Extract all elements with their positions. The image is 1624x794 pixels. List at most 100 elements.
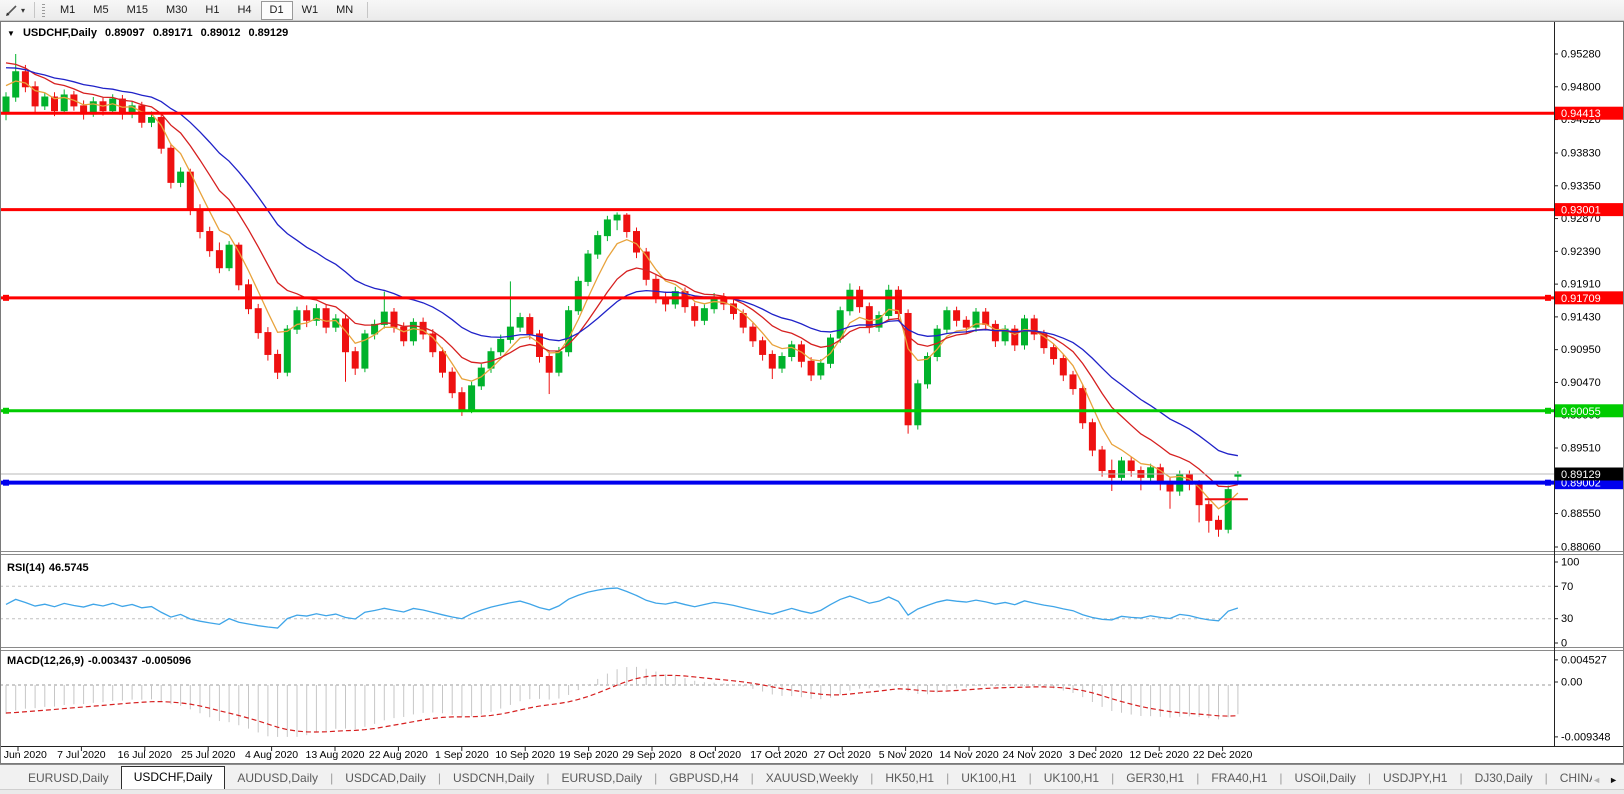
svg-text:0.89510: 0.89510: [1561, 442, 1601, 454]
timeframe-button-d1[interactable]: D1: [261, 1, 293, 20]
timeframe-button-m1[interactable]: M1: [51, 1, 84, 20]
tab-scroll-right-icon[interactable]: ►: [1609, 776, 1618, 785]
chart-window[interactable]: 0.952800.948000.943200.938300.933500.928…: [0, 21, 1624, 764]
svg-text:0.88550: 0.88550: [1561, 508, 1601, 520]
crosshair-pencil-icon: [4, 3, 19, 18]
chart-tab-usdjpy[interactable]: USDJPY,H1: [1371, 769, 1459, 789]
toolbar-separator: [34, 2, 35, 18]
svg-text:4 Aug 2020: 4 Aug 2020: [245, 749, 298, 761]
chart-tab-uk100[interactable]: UK100,H1: [949, 769, 1028, 789]
svg-text:0.93830: 0.93830: [1561, 148, 1601, 160]
current-price-label: 0.89129: [1555, 468, 1623, 482]
svg-text:30: 30: [1561, 613, 1573, 625]
horizontal-line-0.89002[interactable]: 0.89002: [0, 476, 1623, 490]
horizontal-line-0.94413[interactable]: 0.94413: [0, 107, 1623, 121]
svg-text:8 Oct 2020: 8 Oct 2020: [690, 749, 742, 761]
macd-histogram: [6, 667, 1238, 737]
chart-tab-ger30[interactable]: GER30,H1: [1114, 769, 1196, 789]
svg-text:0.92390: 0.92390: [1561, 246, 1601, 258]
ma-mid-line: [6, 63, 1238, 487]
chart-tab-dj30[interactable]: DJ30,Daily: [1463, 769, 1545, 789]
ma-fast-line: [6, 81, 1238, 509]
symbol-label: USDCHF,Daily: [23, 27, 97, 39]
timeframe-button-m15[interactable]: M15: [118, 1, 157, 20]
macd-signal-line: [6, 675, 1238, 732]
chart-tab-usdcnh[interactable]: USDCNH,Daily: [441, 769, 546, 789]
timeframe-button-m30[interactable]: M30: [157, 1, 196, 20]
svg-text:25 Jul 2020: 25 Jul 2020: [181, 749, 235, 761]
svg-text:0.88060: 0.88060: [1561, 542, 1601, 554]
chart-canvas[interactable]: 0.952800.948000.943200.938300.933500.928…: [0, 21, 1624, 764]
chart-tab-bar: EURUSD,DailyUSDCHF,DailyAUDUSD,Daily|USD…: [0, 764, 1624, 789]
candles-layer: [3, 54, 1241, 537]
date-axis[interactable]: 27 Jun 20207 Jul 202016 Jul 202025 Jul 2…: [0, 746, 1253, 761]
svg-text:1 Sep 2020: 1 Sep 2020: [435, 749, 489, 761]
chart-tab-audusd[interactable]: AUDUSD,Daily: [225, 769, 330, 789]
chart-tab-hk50[interactable]: HK50,H1: [873, 769, 946, 789]
svg-text:27 Jun 2020: 27 Jun 2020: [0, 749, 47, 761]
ohlc-high: 0.89171: [153, 27, 193, 39]
ohlc-close: 0.89129: [249, 27, 289, 39]
horizontal-line-0.90055[interactable]: 0.90055: [0, 404, 1623, 418]
chart-tab-fra40[interactable]: FRA40,H1: [1199, 769, 1279, 789]
svg-text:0.90950: 0.90950: [1561, 344, 1601, 356]
svg-text:5 Nov 2020: 5 Nov 2020: [879, 749, 933, 761]
chart-tab-uk100[interactable]: UK100,H1: [1032, 769, 1111, 789]
svg-text:0.89129: 0.89129: [1561, 469, 1601, 481]
timeframe-button-w1[interactable]: W1: [293, 1, 328, 20]
chart-tab-china300[interactable]: CHINA300,H1: [1548, 769, 1592, 789]
tool-dropdown-caret[interactable]: ▾: [21, 6, 25, 15]
rsi-indicator-label: RSI(14)46.5745: [7, 562, 93, 574]
svg-text:29 Sep 2020: 29 Sep 2020: [622, 749, 682, 761]
horizontal-line-0.93001[interactable]: 0.93001: [0, 203, 1623, 217]
toolbar-separator: [367, 2, 368, 18]
timeframe-button-mn[interactable]: MN: [327, 1, 362, 20]
svg-text:100: 100: [1561, 557, 1579, 569]
toolbar-grip[interactable]: [42, 4, 45, 17]
svg-text:7 Jul 2020: 7 Jul 2020: [57, 749, 106, 761]
top-toolbar: ▾ M1M5M15M30H1H4D1W1MN: [0, 0, 1624, 21]
svg-text:0.94413: 0.94413: [1561, 108, 1601, 120]
chart-tab-usoil[interactable]: USOil,Daily: [1283, 769, 1368, 789]
chart-tab-eurusd[interactable]: EURUSD,Daily: [549, 769, 654, 789]
chart-tab-usdcad[interactable]: USDCAD,Daily: [333, 769, 438, 789]
svg-text:10 Sep 2020: 10 Sep 2020: [495, 749, 555, 761]
draw-tool-button[interactable]: ▾: [0, 1, 29, 20]
macd-axis[interactable]: 0.004527 0.00 -0.009348: [1554, 654, 1611, 743]
svg-text:-0.009348: -0.009348: [1561, 731, 1611, 743]
svg-text:14 Nov 2020: 14 Nov 2020: [939, 749, 999, 761]
rsi-axis[interactable]: 10070300: [1554, 557, 1579, 650]
svg-text:17 Oct 2020: 17 Oct 2020: [750, 749, 807, 761]
tab-scroll-left-icon[interactable]: ◄: [1592, 776, 1601, 785]
timeframe-button-h4[interactable]: H4: [228, 1, 260, 20]
timeframe-button-h1[interactable]: H1: [196, 1, 228, 20]
svg-text:0.94800: 0.94800: [1561, 81, 1601, 93]
chart-tab-eurusd[interactable]: EURUSD,Daily: [16, 769, 121, 789]
svg-text:0.95280: 0.95280: [1561, 49, 1601, 61]
timeframe-button-m5[interactable]: M5: [84, 1, 117, 20]
svg-text:24 Nov 2020: 24 Nov 2020: [1003, 749, 1063, 761]
ma-slow-line: [6, 68, 1238, 456]
svg-text:3 Dec 2020: 3 Dec 2020: [1069, 749, 1123, 761]
svg-text:0: 0: [1561, 638, 1567, 650]
svg-text:27 Oct 2020: 27 Oct 2020: [814, 749, 871, 761]
svg-text:0.91709: 0.91709: [1561, 293, 1601, 305]
macd-indicator-label: MACD(12,26,9)-0.003437-0.005096: [7, 655, 195, 667]
chart-tab-gbpusd[interactable]: GBPUSD,H4: [657, 769, 750, 789]
ohlc-low: 0.89012: [201, 27, 241, 39]
rsi-line: [6, 588, 1238, 628]
svg-text:0.004527: 0.004527: [1561, 654, 1607, 666]
svg-text:0.00: 0.00: [1561, 677, 1582, 689]
svg-text:0.91910: 0.91910: [1561, 279, 1601, 291]
symbol-dropdown-icon[interactable]: ▼: [7, 29, 15, 38]
svg-text:0.90055: 0.90055: [1561, 406, 1601, 418]
horizontal-line-0.91709[interactable]: 0.91709: [0, 291, 1623, 305]
svg-text:13 Aug 2020: 13 Aug 2020: [306, 749, 365, 761]
chart-title: ▼ USDCHF,Daily 0.89097 0.89171 0.89012 0…: [7, 27, 293, 39]
svg-text:0.93001: 0.93001: [1561, 205, 1601, 217]
svg-text:22 Dec 2020: 22 Dec 2020: [1193, 749, 1253, 761]
svg-text:0.90470: 0.90470: [1561, 377, 1601, 389]
chart-tab-usdchf[interactable]: USDCHF,Daily: [121, 766, 226, 789]
chart-tab-xauusd[interactable]: XAUUSD,Weekly: [754, 769, 870, 789]
tab-scroll-controls: ◄ ►: [1592, 776, 1624, 789]
